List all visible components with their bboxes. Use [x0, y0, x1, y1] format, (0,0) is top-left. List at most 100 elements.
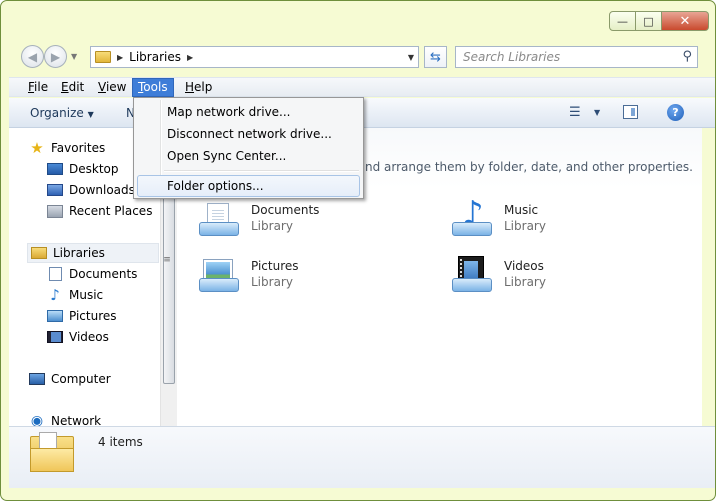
close-button[interactable]: ✕ [662, 11, 709, 31]
refresh-icon: ⇆ [430, 49, 441, 65]
library-type: Library [251, 275, 293, 289]
menu-folder-options-label: Folder options... [167, 179, 264, 193]
nav-desktop-label: Desktop [69, 162, 119, 176]
explorer-window: — □ ✕ ◀ ▶ ▼ ▶ Libraries ▶ ▼ ⇆ Search Lib… [0, 0, 716, 501]
menu-bar: File Edit View Tools Help [9, 77, 715, 97]
address-history-dropdown[interactable]: ▼ [408, 53, 414, 62]
documents-icon [49, 267, 62, 281]
minimize-button[interactable]: — [609, 11, 636, 31]
library-type: Library [504, 219, 546, 233]
menu-map-network-drive-label: Map network drive... [167, 105, 291, 119]
music-icon: ♪ [50, 286, 60, 304]
library-description: nd arrange them by folder, date, and oth… [365, 160, 693, 174]
help-icon: ? [672, 106, 679, 119]
search-input[interactable]: Search Libraries ⚲ [455, 46, 698, 68]
menu-edit-label: Edit [61, 80, 85, 94]
star-icon: ★ [30, 139, 44, 157]
videos-icon [47, 331, 63, 343]
menu-file-label: File [28, 80, 49, 94]
library-folder-icon [30, 432, 74, 472]
menu-tools[interactable]: Tools [132, 78, 174, 97]
computer-icon [29, 373, 45, 385]
nav-pictures[interactable]: Pictures [47, 306, 117, 326]
nav-favorites[interactable]: ★ Favorites [29, 138, 105, 158]
breadcrumb-separator-icon[interactable]: ▶ [117, 53, 123, 62]
library-type: Library [251, 219, 293, 233]
library-name: Music [504, 203, 539, 217]
menu-open-sync-center[interactable]: Open Sync Center... [137, 145, 360, 167]
desktop-icon [47, 163, 63, 175]
nav-network-label: Network [51, 414, 102, 426]
organize-button[interactable]: Organize ▼ [30, 106, 94, 120]
library-name: Documents [251, 203, 320, 217]
network-icon: ◉ [30, 413, 44, 426]
item-count: 4 items [98, 435, 143, 449]
library-tile-pictures[interactable]: Pictures Library [195, 256, 395, 300]
chevron-down-icon: ▼ [71, 52, 78, 61]
nav-documents-label: Documents [69, 267, 138, 281]
menu-separator [164, 170, 359, 172]
address-bar[interactable]: ▶ Libraries ▶ ▼ [90, 46, 419, 68]
details-pane: 4 items [9, 426, 715, 488]
music-library-icon: ♪ [448, 197, 494, 240]
library-tile-documents[interactable]: Documents Library [195, 200, 395, 244]
refresh-button[interactable]: ⇆ [424, 46, 447, 68]
nav-pictures-label: Pictures [69, 309, 117, 323]
recent-pages-dropdown[interactable]: ▼ [71, 52, 77, 61]
chevron-down-icon: ▼ [87, 110, 94, 119]
library-tile-music[interactable]: ♪ Music Library [448, 197, 648, 244]
nav-downloads-label: Downloads [69, 183, 135, 197]
nav-videos[interactable]: Videos [47, 327, 109, 347]
breadcrumb-libraries[interactable]: Libraries [129, 50, 181, 64]
address-row: ◀ ▶ ▼ ▶ Libraries ▶ ▼ ⇆ Search Libraries… [14, 44, 699, 72]
pictures-library-icon [195, 256, 241, 296]
menu-tools-label: Tools [138, 80, 168, 94]
libraries-folder-icon [95, 51, 111, 63]
library-type: Library [504, 275, 546, 289]
menu-help[interactable]: Help [180, 78, 217, 97]
close-icon: ✕ [679, 13, 691, 29]
preview-pane-button[interactable] [623, 105, 638, 119]
nav-music-label: Music [69, 288, 104, 302]
tools-menu: Map network drive... Disconnect network … [133, 97, 364, 199]
libraries-icon [31, 247, 47, 259]
nav-computer[interactable]: Computer [29, 369, 111, 389]
nav-downloads[interactable]: Downloads [47, 180, 135, 200]
menu-view[interactable]: View [93, 78, 131, 97]
pictures-icon [47, 310, 63, 322]
minimize-icon: — [617, 14, 628, 28]
documents-library-icon [195, 200, 241, 240]
nav-recent-places[interactable]: Recent Places [47, 201, 152, 221]
nav-videos-label: Videos [69, 330, 109, 344]
breadcrumb-separator-icon[interactable]: ▶ [187, 53, 193, 62]
menu-help-label: Help [185, 80, 213, 94]
forward-button[interactable]: ▶ [44, 45, 67, 68]
maximize-icon: □ [643, 14, 654, 28]
menu-open-sync-center-label: Open Sync Center... [167, 149, 287, 163]
library-tile-videos[interactable]: Videos Library [448, 256, 648, 300]
nav-desktop[interactable]: Desktop [47, 159, 119, 179]
menu-file[interactable]: File [23, 78, 53, 97]
nav-computer-label: Computer [51, 372, 111, 386]
nav-network[interactable]: ◉ Network [29, 411, 101, 426]
recent-places-icon [47, 204, 63, 218]
nav-favorites-label: Favorites [51, 141, 106, 155]
menu-folder-options[interactable]: Folder options... [137, 175, 360, 197]
views-icon: ☰ [569, 105, 581, 120]
search-placeholder: Search Libraries [463, 50, 561, 64]
nav-libraries[interactable]: Libraries [27, 243, 159, 263]
maximize-button[interactable]: □ [636, 11, 662, 31]
pane-splitter-grip-icon[interactable]: ≡ [163, 256, 171, 265]
more-options-dropdown[interactable]: ▼ [594, 108, 600, 117]
menu-edit[interactable]: Edit [56, 78, 89, 97]
caption-buttons: — □ ✕ [609, 11, 709, 31]
nav-documents[interactable]: Documents [47, 264, 137, 284]
menu-disconnect-network-drive[interactable]: Disconnect network drive... [137, 123, 360, 145]
menu-map-network-drive[interactable]: Map network drive... [137, 101, 360, 123]
back-button[interactable]: ◀ [21, 45, 44, 68]
help-button[interactable]: ? [667, 104, 684, 121]
nav-music[interactable]: ♪ Music [47, 285, 103, 305]
change-view-button[interactable]: ☰ [569, 105, 581, 120]
search-icon[interactable]: ⚲ [682, 49, 692, 64]
forward-arrow-icon: ▶ [50, 49, 61, 64]
